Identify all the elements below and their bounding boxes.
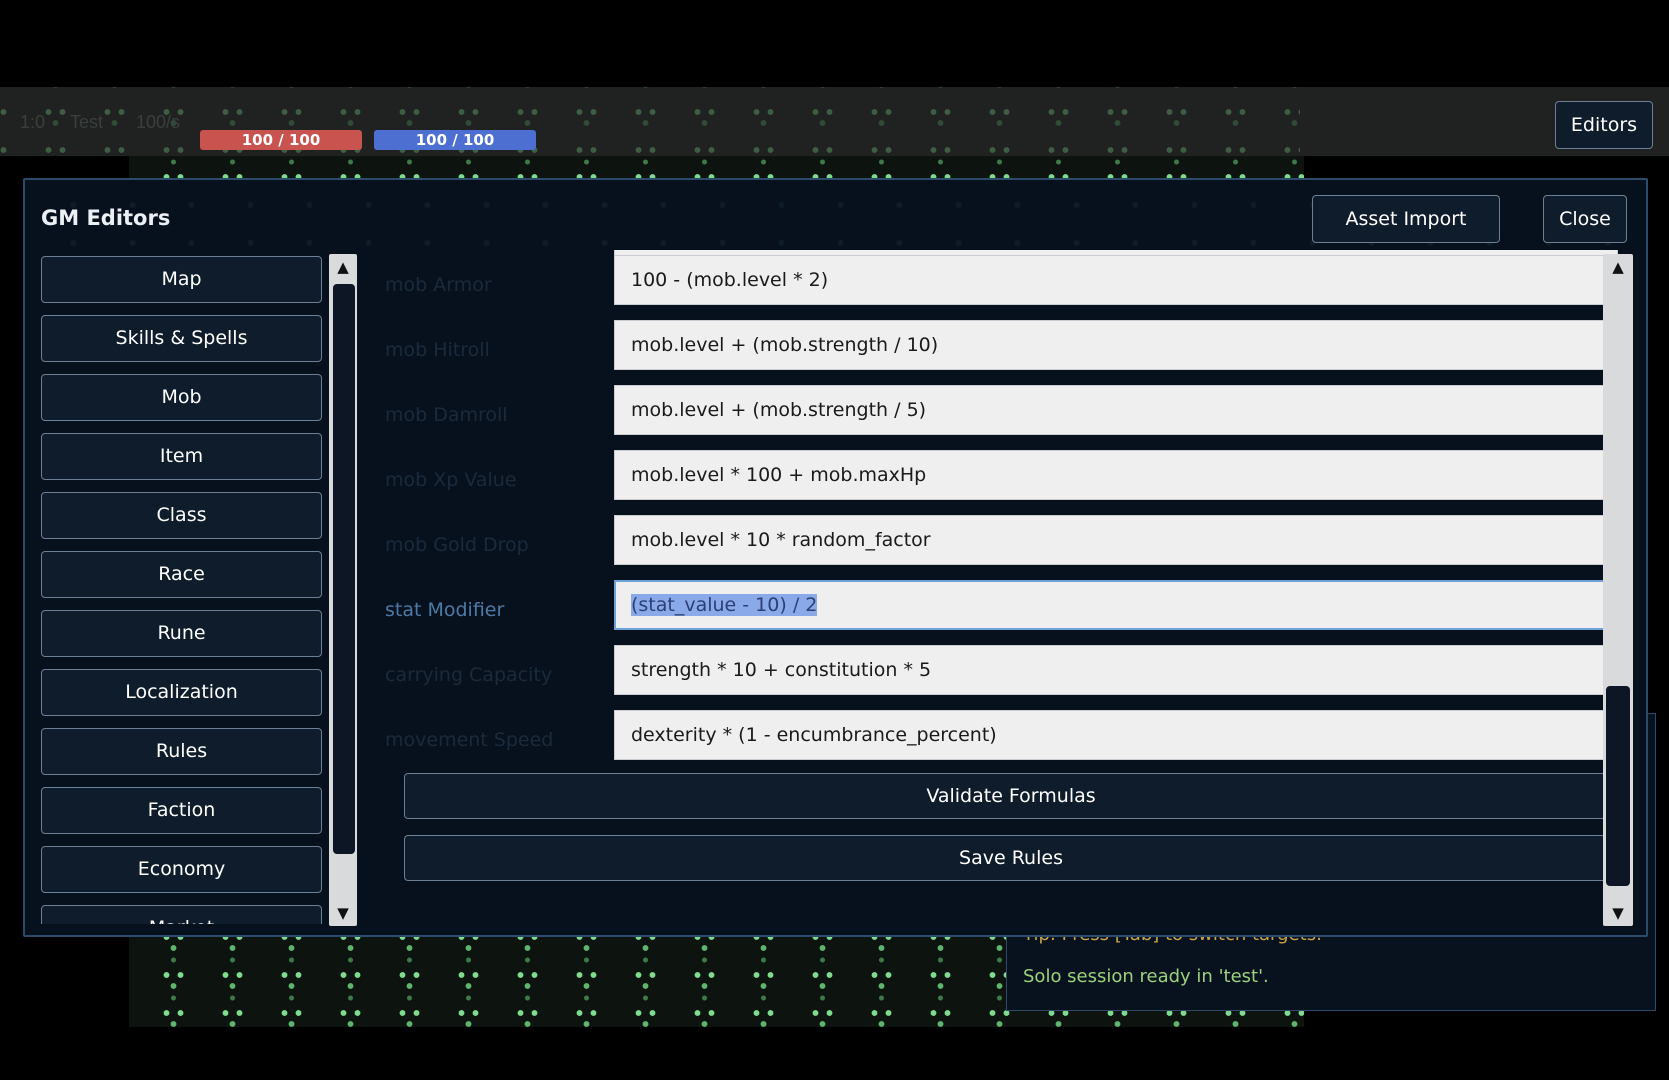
gm-editors-modal: GM Editors Asset Import Wizard Close Map… [23,178,1648,937]
scroll-down-icon[interactable]: ▼ [1603,904,1633,922]
sidebar-item-skills-spells[interactable]: Skills & Spells [41,315,322,362]
save-rules-button[interactable]: Save Rules [404,835,1618,881]
rule-field-stat-modifier[interactable]: (stat_value - 10) / 2 [614,580,1618,630]
hud-label-1: 1:0 [20,112,46,132]
modal-title: GM Editors [41,206,171,230]
scroll-down-icon[interactable]: ▼ [329,904,357,922]
sidebar-item-rules[interactable]: Rules [41,728,322,775]
validate-formulas-button[interactable]: Validate Formulas [404,773,1618,819]
content-scrollbar[interactable]: ▲ ▼ [1603,254,1633,926]
rule-field-movement-speed[interactable]: dexterity * (1 - encumbrance_percent) [614,710,1618,760]
sidebar-item-map[interactable]: Map [41,256,322,303]
asset-import-wizard-button[interactable]: Asset Import Wizard [1312,195,1500,276]
sidebar-item-localization[interactable]: Localization [41,669,322,716]
sidebar-scroll-thumb[interactable] [333,284,355,854]
hud-label-2: Test [70,112,104,132]
sidebar-item-faction[interactable]: Faction [41,787,322,834]
rule-field-mob-hitroll[interactable]: mob.level + (mob.strength / 10) [614,320,1618,370]
scroll-up-icon[interactable]: ▲ [1603,258,1633,276]
sidebar-scrollbar[interactable]: ▲ ▼ [329,254,357,926]
mp-bar: 100 / 100 [374,130,536,150]
sidebar-item-mob[interactable]: Mob [41,374,322,421]
selected-text: (stat_value - 10) / 2 [631,594,818,616]
hp-bar: 100 / 100 [200,130,362,150]
sidebar-item-market[interactable]: Market [41,905,322,924]
editor-sidebar: Map Skills & Spells Mob Item Class Race … [41,256,348,924]
scroll-up-icon[interactable]: ▲ [329,258,357,276]
log-session-ready: Solo session ready in 'test'. [1023,966,1269,987]
sidebar-item-rune[interactable]: Rune [41,610,322,657]
sidebar-item-economy[interactable]: Economy [41,846,322,893]
rule-field-carrying-capacity[interactable]: strength * 10 + constitution * 5 [614,645,1618,695]
close-button[interactable]: Close [1543,195,1627,243]
hud-label-3: 100/s [136,112,181,132]
rule-field-mob-armor[interactable]: 100 - (mob.level * 2) [614,255,1618,305]
rule-label: mob Xp Value [385,469,517,491]
rule-label: mob Armor [385,274,492,296]
rule-field-mob-damroll[interactable]: mob.level + (mob.strength / 5) [614,385,1618,435]
rule-label: mob Gold Drop [385,534,529,556]
content-scroll-thumb[interactable] [1606,686,1630,886]
rule-label: movement Speed [385,729,554,751]
sidebar-item-race[interactable]: Race [41,551,322,598]
rule-field-mob-gold-drop[interactable]: mob.level * 10 * random_factor [614,515,1618,565]
sidebar-item-item[interactable]: Item [41,433,322,480]
editors-button[interactable]: Editors [1555,101,1653,149]
rule-field-mob-xp-value[interactable]: mob.level * 100 + mob.maxHp [614,450,1618,500]
rule-label: mob Hitroll [385,339,490,361]
rule-label: carrying Capacity [385,664,553,686]
sidebar-item-class[interactable]: Class [41,492,322,539]
rule-label-active: stat Modifier [385,599,505,621]
rule-label: mob Damroll [385,404,508,426]
rules-editor: mob Armor 100 - (mob.level * 2) mob Hitr… [365,250,1630,930]
